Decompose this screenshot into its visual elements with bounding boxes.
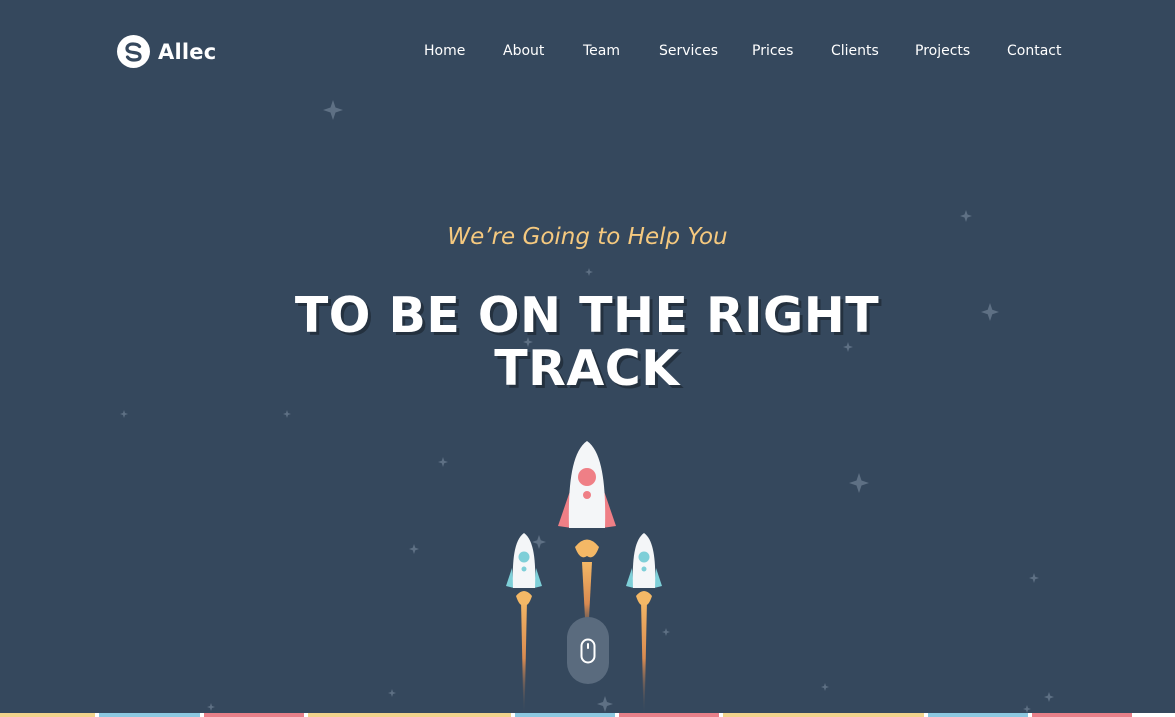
right-rocket-icon [626,533,662,717]
hero-section: Allec Home About Team Services Prices Cl… [0,0,1175,717]
star-icon [849,473,869,493]
nav-item-about[interactable]: About [503,43,544,59]
strip-segment [0,713,95,717]
strip-segment [928,713,1029,717]
star-icon [207,703,215,711]
strip-segment [98,713,200,717]
star-icon [960,210,972,222]
strip-segment [307,713,512,717]
strip-segment [722,713,925,717]
nav-item-team[interactable]: Team [583,43,620,59]
star-icon [388,689,396,697]
star-icon [438,457,448,467]
strip-segment [1032,713,1133,717]
hero-headline: TO BE ON THE RIGHT TRACK [287,289,887,395]
star-icon [283,410,291,418]
main-nav: Home About Team Services Prices Clients … [0,43,1175,63]
strip-segment [1132,713,1175,717]
nav-item-contact[interactable]: Contact [1007,43,1061,59]
star-icon [409,544,419,554]
hero-headline-line2: TRACK [494,340,680,397]
star-icon [1023,705,1031,713]
star-icon [821,683,829,691]
hero-tagline: We’re Going to Help You [447,224,728,250]
bottom-color-strip [0,713,1175,717]
nav-item-prices[interactable]: Prices [752,43,793,59]
scroll-down-button[interactable] [567,617,609,684]
left-rocket-icon [506,533,542,717]
nav-item-home[interactable]: Home [424,43,465,59]
star-icon [120,410,128,418]
strip-segment [515,713,615,717]
star-icon [1044,692,1054,702]
star-icon [1029,573,1039,583]
nav-item-projects[interactable]: Projects [915,43,970,59]
star-icon [585,268,593,276]
center-rocket-icon [558,441,616,646]
hero-headline-line1: TO BE ON THE RIGHT [294,287,880,344]
strip-segment [618,713,719,717]
strip-segment [203,713,304,717]
nav-item-services[interactable]: Services [659,43,718,59]
star-icon [981,303,999,321]
star-icon [323,100,343,120]
mouse-scroll-icon [580,638,596,663]
nav-item-clients[interactable]: Clients [831,43,879,59]
